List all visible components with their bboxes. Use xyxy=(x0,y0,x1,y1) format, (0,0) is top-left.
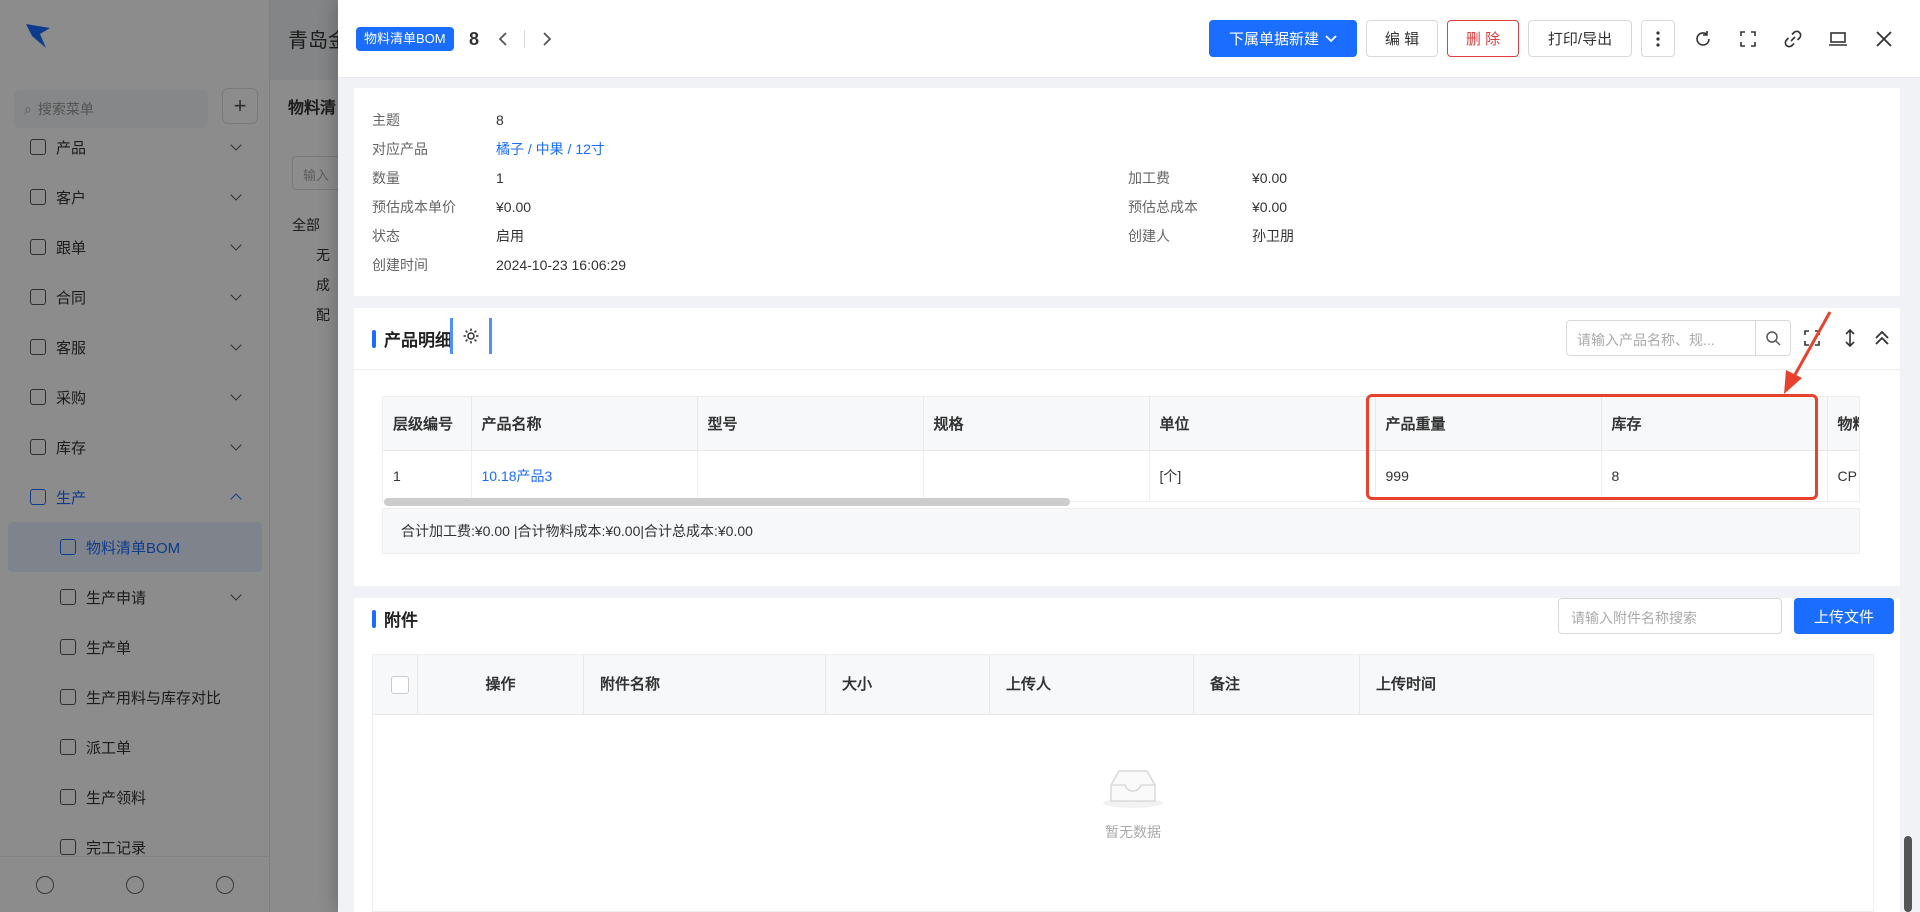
info-quantity: 数量 1 xyxy=(372,170,504,186)
horizontal-scrollbar[interactable] xyxy=(384,498,1070,506)
info-subject: 主题 8 xyxy=(372,112,504,128)
product-link[interactable]: 橘子 / 中果 / 12寸 xyxy=(496,139,605,159)
print-export-button[interactable]: 打印/导出 xyxy=(1528,20,1632,57)
attachment-table: 操作 附件名称 大小 上传人 备注 上传时间 暂无数据 xyxy=(372,654,1874,912)
record-number: 8 xyxy=(469,29,480,49)
chevron-left-icon[interactable] xyxy=(494,30,512,48)
empty-state: 暂无数据 xyxy=(1073,765,1193,842)
product-detail-card: 产品明细 请输入产品名称、规... 层级编号 产品名称 型号 规格 单位 产品重… xyxy=(354,308,1900,586)
info-product: 对应产品 橘子 / 中果 / 12寸 xyxy=(372,139,605,159)
column-header[interactable]: 产品名称 xyxy=(471,397,698,451)
search-icon[interactable] xyxy=(1755,320,1791,356)
column-header[interactable]: 层级编号 xyxy=(383,397,472,451)
table-cell xyxy=(923,450,1150,501)
table-cell: 8 xyxy=(1601,450,1828,501)
column-header: 备注 xyxy=(1193,655,1359,715)
column-header[interactable]: 规格 xyxy=(923,397,1150,451)
product-detail-title: 产品明细 xyxy=(372,326,452,351)
column-header: 操作 xyxy=(417,655,583,715)
chevron-right-icon[interactable] xyxy=(538,30,556,48)
close-icon[interactable] xyxy=(1872,27,1896,51)
attachment-card: 附件 请输入附件名称搜索 上传文件 操作 附件名称 大小 上传人 备注 上传时间 暂无数据 xyxy=(354,598,1900,912)
table-cell xyxy=(697,450,924,501)
column-header[interactable]: 单位 xyxy=(1149,397,1376,451)
info-status: 状态 启用 xyxy=(372,228,524,244)
product-name-link[interactable]: 10.18产品3 xyxy=(471,450,698,501)
attachment-search-input[interactable]: 请输入附件名称搜索 xyxy=(1558,598,1782,634)
upload-file-button[interactable]: 上传文件 xyxy=(1794,598,1894,634)
edit-button[interactable]: 编 辑 xyxy=(1366,20,1438,57)
fullscreen-icon[interactable] xyxy=(1800,326,1824,350)
table-header-row: 层级编号产品名称型号规格单位产品重量库存物料 xyxy=(383,397,1859,451)
info-total-cost: 预估总成本 ¥0.00 xyxy=(1128,199,1288,215)
cost-summary: 合计加工费:¥0.00 |合计物料成本:¥0.00|合计总成本:¥0.00 xyxy=(382,508,1860,554)
empty-inbox-icon xyxy=(1103,770,1163,808)
table-cell: [个] xyxy=(1149,450,1376,501)
drawer-header: 物料清单BOM 8 下属单据新建 编 辑 删 除 打印/导出 xyxy=(338,0,1920,78)
column-header: 附件名称 xyxy=(583,655,825,715)
select-all-checkbox[interactable] xyxy=(391,676,409,694)
refresh-icon[interactable] xyxy=(1691,27,1715,51)
info-created-time: 创建时间 2024-10-23 16:06:29 xyxy=(372,257,626,273)
nav-divider xyxy=(524,30,525,48)
bom-detail-drawer: 物料清单BOM 8 下属单据新建 编 辑 删 除 打印/导出 主题 8 对应产品… xyxy=(338,0,1920,912)
chevron-down-icon xyxy=(1325,34,1337,42)
vertical-scrollbar[interactable] xyxy=(1904,836,1912,912)
info-processing-fee: 加工费 ¥0.00 xyxy=(1128,170,1288,186)
more-icon[interactable] xyxy=(1641,20,1675,57)
attachment-title: 附件 xyxy=(372,606,418,631)
delete-button[interactable]: 删 除 xyxy=(1447,20,1519,57)
info-creator: 创建人 孙卫朋 xyxy=(1128,228,1294,244)
column-height-icon[interactable] xyxy=(1838,326,1862,350)
column-header[interactable]: 物料 xyxy=(1827,397,1859,451)
collapse-up-icon[interactable] xyxy=(1870,326,1894,350)
drawer-body: 主题 8 对应产品 橘子 / 中果 / 12寸 数量 1 加工费 ¥0.00 预… xyxy=(354,88,1900,912)
sub-document-create-button[interactable]: 下属单据新建 xyxy=(1209,20,1357,57)
info-unit-cost: 预估成本单价 ¥0.00 xyxy=(372,199,532,215)
product-detail-table: 层级编号产品名称型号规格单位产品重量库存物料 110.18产品3 [个]9998C… xyxy=(382,396,1860,502)
table-cell: CP xyxy=(1827,450,1859,501)
laptop-icon[interactable] xyxy=(1826,27,1850,51)
record-type-tag: 物料清单BOM xyxy=(356,27,454,51)
gear-icon[interactable] xyxy=(450,318,492,354)
basic-info-card: 主题 8 对应产品 橘子 / 中果 / 12寸 数量 1 加工费 ¥0.00 预… xyxy=(354,88,1900,296)
column-header: 上传时间 xyxy=(1359,655,1873,715)
column-header[interactable]: 产品重量 xyxy=(1375,397,1602,451)
column-header[interactable]: 型号 xyxy=(697,397,924,451)
product-search-input[interactable]: 请输入产品名称、规... xyxy=(1566,320,1756,356)
fullscreen-icon[interactable] xyxy=(1736,27,1760,51)
column-header: 大小 xyxy=(825,655,989,715)
column-header[interactable]: 库存 xyxy=(1601,397,1828,451)
column-header: 上传人 xyxy=(989,655,1193,715)
table-row[interactable]: 1 10.18产品3 [个] 999 8 CP xyxy=(383,450,1859,501)
table-cell: 1 xyxy=(383,450,472,501)
link-icon[interactable] xyxy=(1781,27,1805,51)
table-cell: 999 xyxy=(1375,450,1602,501)
table-header-row: 操作 附件名称 大小 上传人 备注 上传时间 xyxy=(373,655,1873,715)
